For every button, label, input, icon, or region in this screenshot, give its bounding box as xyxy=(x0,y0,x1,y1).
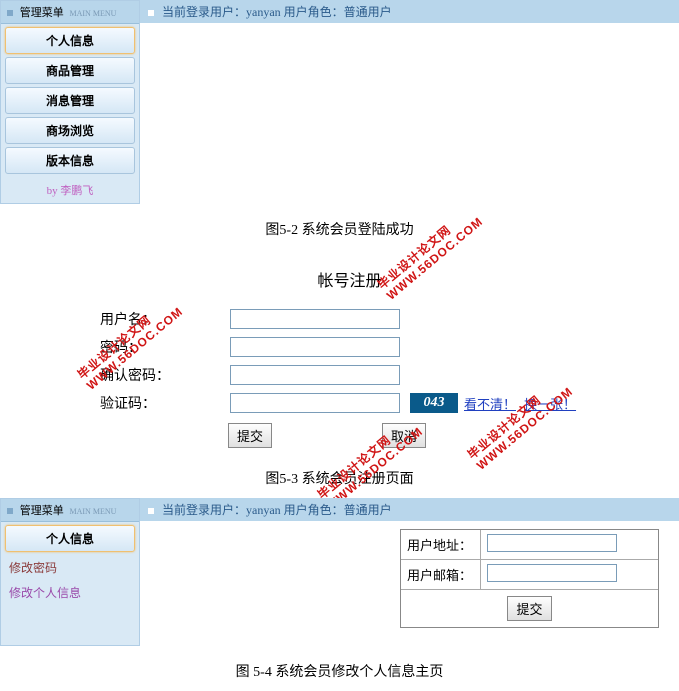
section-login-success: 管理菜单 MAIN MENU 个人信息 商品管理 消息管理 商场浏览 版本信息 … xyxy=(0,0,679,249)
label-email: 用户邮箱： xyxy=(401,560,481,589)
row-confirm: 确认密码： xyxy=(100,365,599,385)
submit-button[interactable]: 提交 xyxy=(228,423,272,448)
sidebar-title-3: 管理菜单 MAIN MENU xyxy=(1,499,139,522)
label-password: 密码： xyxy=(100,337,230,357)
sidebar-title: 管理菜单 MAIN MENU xyxy=(1,1,139,24)
label-captcha: 验证码： xyxy=(100,393,230,413)
value-address xyxy=(481,530,658,559)
content-area: 当前登录用户：yanyan 用户角色：普通用户 xyxy=(140,0,679,204)
row-address: 用户地址： xyxy=(401,530,658,560)
menu-personal-info[interactable]: 个人信息 xyxy=(5,27,135,54)
captcha-hint-link[interactable]: 看不清！ xyxy=(464,394,516,413)
caption-5-2: 图5-2 系统会员登陆成功 xyxy=(0,204,679,249)
registration-form: 帐号注册 用户名： 密码： 确认密码： 验证码： 043 看不清！ 换一张！ 提… xyxy=(0,249,679,453)
caption-5-3: 图5-3 系统会员注册页面 xyxy=(0,453,679,498)
menu-message-mgmt[interactable]: 消息管理 xyxy=(5,87,135,114)
info-submit-row: 提交 xyxy=(401,590,658,627)
row-email: 用户邮箱： xyxy=(401,560,658,590)
row-username: 用户名： xyxy=(100,309,599,329)
input-address[interactable] xyxy=(487,534,617,552)
value-email xyxy=(481,560,658,589)
panel-top-3: 管理菜单 MAIN MENU 个人信息 修改密码 修改个人信息 当前登录用户：y… xyxy=(0,498,679,646)
sidebar-3: 管理菜单 MAIN MENU 个人信息 修改密码 修改个人信息 xyxy=(0,498,140,646)
header-bullet-icon xyxy=(148,508,154,514)
captcha-swap-link[interactable]: 换一张！ xyxy=(524,394,576,413)
menu-product-mgmt[interactable]: 商品管理 xyxy=(5,57,135,84)
bullet-icon xyxy=(7,10,13,16)
header-status-text-3: 当前登录用户：yanyan 用户角色：普通用户 xyxy=(162,503,392,517)
content-body-3: 用户地址： 用户邮箱： 提交 xyxy=(140,529,679,628)
menu-store-browse[interactable]: 商场浏览 xyxy=(5,117,135,144)
sidebar-footer: by 李鹏飞 xyxy=(1,177,139,203)
info-form: 用户地址： 用户邮箱： 提交 xyxy=(400,529,659,628)
sidebar-title-en-3: MAIN MENU xyxy=(70,507,117,516)
sidebar-title-en: MAIN MENU xyxy=(70,9,117,18)
header-bar-3: 当前登录用户：yanyan 用户角色：普通用户 xyxy=(140,498,679,521)
label-username: 用户名： xyxy=(100,309,230,329)
sidebar-spacer xyxy=(1,605,139,645)
submenu-change-password[interactable]: 修改密码 xyxy=(1,555,139,580)
header-status-text: 当前登录用户：yanyan 用户角色：普通用户 xyxy=(162,5,392,19)
sidebar-title-text: 管理菜单 xyxy=(20,7,64,19)
header-bar: 当前登录用户：yanyan 用户角色：普通用户 xyxy=(140,0,679,23)
submenu-edit-info[interactable]: 修改个人信息 xyxy=(1,580,139,605)
row-captcha: 验证码： 043 看不清！ 换一张！ xyxy=(100,393,599,413)
sidebar: 管理菜单 MAIN MENU 个人信息 商品管理 消息管理 商场浏览 版本信息 … xyxy=(0,0,140,204)
sidebar-title-text-3: 管理菜单 xyxy=(20,505,64,517)
panel-top: 管理菜单 MAIN MENU 个人信息 商品管理 消息管理 商场浏览 版本信息 … xyxy=(0,0,679,204)
input-password[interactable] xyxy=(230,337,400,357)
input-email[interactable] xyxy=(487,564,617,582)
menu-version-info[interactable]: 版本信息 xyxy=(5,147,135,174)
reg-title: 帐号注册 xyxy=(100,259,599,309)
button-row: 提交 取消 xyxy=(100,423,599,448)
header-bullet-icon xyxy=(148,10,154,16)
content-area-3: 当前登录用户：yanyan 用户角色：普通用户 用户地址： 用户邮箱： xyxy=(140,498,679,646)
info-submit-button[interactable]: 提交 xyxy=(507,596,551,621)
bullet-icon xyxy=(7,508,13,514)
input-confirm[interactable] xyxy=(230,365,400,385)
caption-5-4: 图 5-4 系统会员修改个人信息主页 xyxy=(0,646,679,691)
label-address: 用户地址： xyxy=(401,530,481,559)
menu-personal-info-3[interactable]: 个人信息 xyxy=(5,525,135,552)
cancel-button[interactable]: 取消 xyxy=(382,423,426,448)
captcha-image: 043 xyxy=(410,393,458,413)
section-personal-info: 管理菜单 MAIN MENU 个人信息 修改密码 修改个人信息 当前登录用户：y… xyxy=(0,498,679,691)
section-registration: 帐号注册 用户名： 密码： 确认密码： 验证码： 043 看不清！ 换一张！ 提… xyxy=(0,249,679,498)
input-captcha[interactable] xyxy=(230,393,400,413)
content-body-empty xyxy=(140,23,679,143)
row-password: 密码： xyxy=(100,337,599,357)
input-username[interactable] xyxy=(230,309,400,329)
label-confirm: 确认密码： xyxy=(100,365,230,385)
